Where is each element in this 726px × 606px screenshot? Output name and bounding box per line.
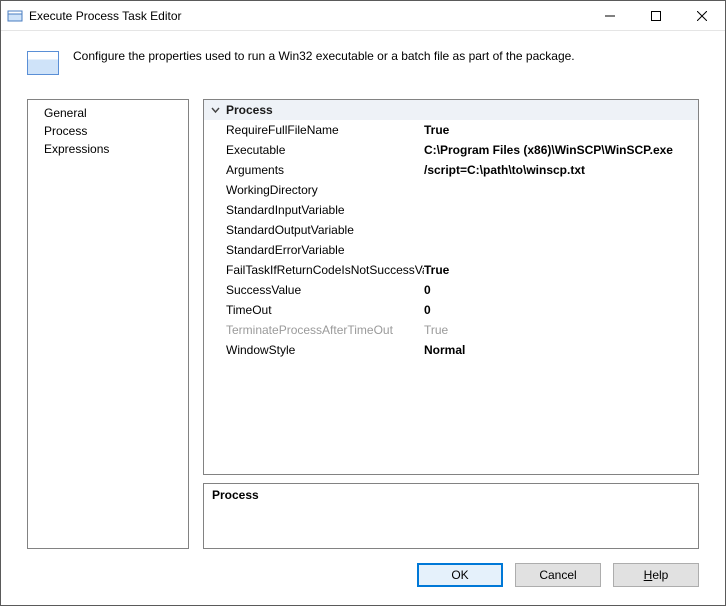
minimize-button[interactable] bbox=[587, 1, 633, 30]
property-row[interactable]: Arguments/script=C:\path\to\winscp.txt bbox=[204, 160, 698, 180]
help-button[interactable]: Help bbox=[613, 563, 699, 587]
titlebar[interactable]: Execute Process Task Editor bbox=[1, 1, 725, 31]
property-value[interactable]: Normal bbox=[424, 343, 698, 357]
property-row[interactable]: StandardInputVariable bbox=[204, 200, 698, 220]
main-content: General Process Expressions Process Requ… bbox=[1, 99, 725, 549]
property-row[interactable]: StandardErrorVariable bbox=[204, 240, 698, 260]
property-name: WorkingDirectory bbox=[204, 183, 424, 197]
property-name: StandardOutputVariable bbox=[204, 223, 424, 237]
property-row[interactable]: SuccessValue0 bbox=[204, 280, 698, 300]
description-panel-title: Process bbox=[212, 488, 690, 502]
property-row[interactable]: WorkingDirectory bbox=[204, 180, 698, 200]
property-value[interactable]: 0 bbox=[424, 283, 698, 297]
property-name: Executable bbox=[204, 143, 424, 157]
dialog-footer: OK Cancel Help bbox=[1, 549, 725, 605]
window-icon bbox=[7, 8, 23, 24]
right-panel: Process RequireFullFileNameTrueExecutabl… bbox=[203, 99, 699, 549]
close-button[interactable] bbox=[679, 1, 725, 30]
property-row[interactable]: FailTaskIfReturnCodeIsNotSuccessValueTru… bbox=[204, 260, 698, 280]
category-list[interactable]: General Process Expressions bbox=[27, 99, 189, 549]
property-grid[interactable]: Process RequireFullFileNameTrueExecutabl… bbox=[203, 99, 699, 475]
property-name: TerminateProcessAfterTimeOut bbox=[204, 323, 424, 337]
property-name: WindowStyle bbox=[204, 343, 424, 357]
task-icon bbox=[27, 51, 59, 75]
property-value[interactable]: True bbox=[424, 263, 698, 277]
property-value[interactable]: 0 bbox=[424, 303, 698, 317]
property-row[interactable]: ExecutableC:\Program Files (x86)\WinSCP\… bbox=[204, 140, 698, 160]
description-text: Configure the properties used to run a W… bbox=[73, 49, 575, 63]
sidebar-item-general[interactable]: General bbox=[28, 104, 188, 122]
sidebar-item-process[interactable]: Process bbox=[28, 122, 188, 140]
property-row[interactable]: StandardOutputVariable bbox=[204, 220, 698, 240]
property-value[interactable]: C:\Program Files (x86)\WinSCP\WinSCP.exe bbox=[424, 143, 698, 157]
category-header[interactable]: Process bbox=[204, 100, 698, 120]
property-value[interactable]: True bbox=[424, 123, 698, 137]
window-controls bbox=[587, 1, 725, 30]
property-name: StandardErrorVariable bbox=[204, 243, 424, 257]
collapse-icon[interactable] bbox=[204, 106, 226, 115]
property-value[interactable]: /script=C:\path\to\winscp.txt bbox=[424, 163, 698, 177]
description-panel: Process bbox=[203, 483, 699, 549]
property-name: StandardInputVariable bbox=[204, 203, 424, 217]
property-name: Arguments bbox=[204, 163, 424, 177]
property-name: TimeOut bbox=[204, 303, 424, 317]
maximize-button[interactable] bbox=[633, 1, 679, 30]
category-label: Process bbox=[226, 103, 698, 117]
description-area: Configure the properties used to run a W… bbox=[1, 31, 725, 99]
ok-button[interactable]: OK bbox=[417, 563, 503, 587]
property-row[interactable]: TerminateProcessAfterTimeOutTrue bbox=[204, 320, 698, 340]
property-value[interactable]: True bbox=[424, 323, 698, 337]
property-row[interactable]: RequireFullFileNameTrue bbox=[204, 120, 698, 140]
property-row[interactable]: WindowStyleNormal bbox=[204, 340, 698, 360]
property-name: RequireFullFileName bbox=[204, 123, 424, 137]
property-name: SuccessValue bbox=[204, 283, 424, 297]
property-row[interactable]: TimeOut0 bbox=[204, 300, 698, 320]
sidebar-item-expressions[interactable]: Expressions bbox=[28, 140, 188, 158]
property-name: FailTaskIfReturnCodeIsNotSuccessValue bbox=[204, 263, 424, 277]
window-title: Execute Process Task Editor bbox=[29, 9, 587, 23]
cancel-button[interactable]: Cancel bbox=[515, 563, 601, 587]
